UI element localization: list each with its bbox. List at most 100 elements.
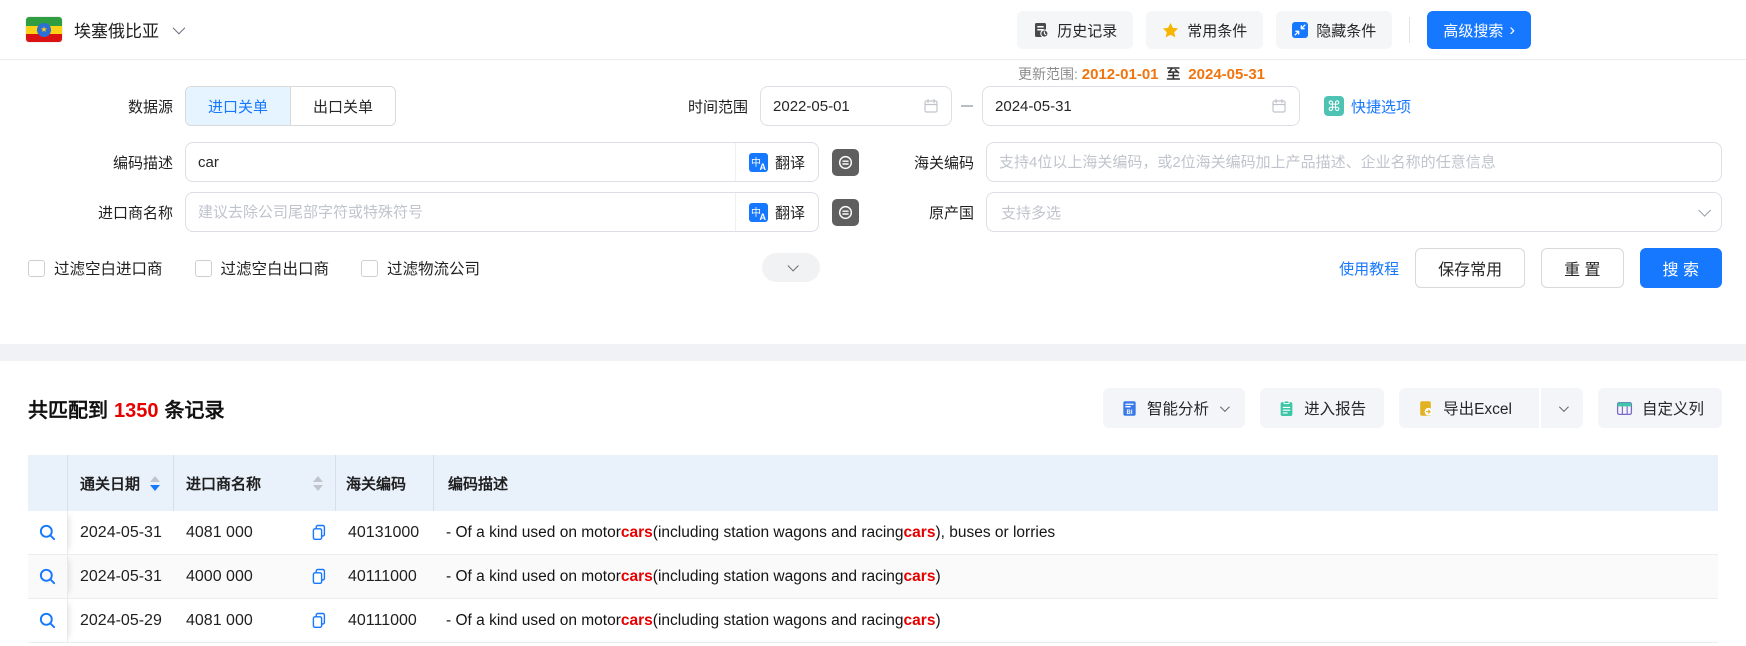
row-code: 40111000 — [336, 599, 434, 642]
row-date: 2024-05-31 — [68, 555, 174, 598]
translate-icon: 中A — [749, 153, 768, 172]
datasource-label: 数据源 — [0, 96, 185, 117]
magnifier-icon — [38, 567, 57, 586]
country-selector-label[interactable]: 埃塞俄比亚 — [74, 17, 159, 42]
history-button[interactable]: 历史记录 — [1017, 11, 1133, 49]
translate-button[interactable]: 中A 翻译 — [735, 193, 818, 231]
equal-circle-icon — [837, 154, 854, 171]
header-importer-name[interactable]: 进口商名称 — [174, 455, 336, 511]
columns-icon — [1616, 400, 1633, 417]
header-hs-code: 海关编码 — [336, 455, 434, 511]
enter-report-button[interactable]: 进入报告 — [1260, 388, 1384, 428]
header-clearance-date[interactable]: 通关日期 — [68, 455, 174, 511]
code-desc-field: 中A 翻译 — [185, 142, 819, 182]
search-form: 更新范围: 2012-01-01 至 2024-05-31 数据源 进口关单 出… — [0, 60, 1746, 344]
export-excel-main[interactable]: 导出Excel — [1399, 388, 1530, 428]
checkbox-icon — [361, 260, 378, 277]
calendar-icon — [923, 98, 939, 114]
row-description: - Of a kind used on motor cars (includin… — [434, 599, 1718, 642]
hide-conditions-button[interactable]: 隐藏条件 — [1276, 11, 1392, 49]
smart-analysis-button[interactable]: BI 智能分析 — [1103, 388, 1245, 428]
custom-columns-button[interactable]: 自定义列 — [1598, 388, 1722, 428]
origin-select[interactable]: 支持多选 — [986, 192, 1722, 232]
row-importer: 4081 000 — [186, 612, 253, 630]
export-dropdown-button[interactable] — [1539, 388, 1583, 428]
copy-icon[interactable] — [311, 524, 327, 541]
save-common-button[interactable]: 保存常用 — [1415, 248, 1525, 288]
collapse-icon — [1292, 22, 1308, 38]
results-table: 通关日期 进口商名称 海关编码 编码描述 2024-05-31 4081 000 — [28, 455, 1718, 643]
update-range-from: 2012-01-01 — [1082, 66, 1159, 83]
row-importer: 4000 000 — [186, 568, 253, 586]
checkbox-icon — [28, 260, 45, 277]
start-date-input[interactable]: 2022-05-01 — [760, 86, 952, 126]
row-code: 40111000 — [336, 555, 434, 598]
row-description: - Of a kind used on motor cars (includin… — [434, 555, 1718, 598]
table-row: 2024-05-29 4081 000 40111000 - Of a kind… — [28, 599, 1718, 643]
update-range-to: 2024-05-31 — [1188, 66, 1265, 83]
history-icon — [1033, 22, 1049, 38]
code-desc-label: 编码描述 — [0, 152, 185, 173]
svg-text:BI: BI — [1127, 409, 1133, 415]
origin-label: 原产国 — [871, 202, 986, 223]
date-range-dash — [961, 105, 973, 107]
exact-match-toggle[interactable] — [832, 199, 859, 226]
results-header: 共匹配到1350条记录 BI 智能分析 进入报告 — [0, 361, 1746, 455]
results-count: 1350 — [114, 400, 159, 422]
chevron-down-icon — [1559, 402, 1569, 412]
importer-field: 中A 翻译 — [185, 192, 819, 232]
advanced-search-button[interactable]: 高级搜索 › — [1427, 11, 1531, 49]
row-description: - Of a kind used on motor cars (includin… — [434, 511, 1718, 554]
quick-options-link[interactable]: 快捷选项 — [1351, 96, 1411, 117]
export-icon — [1417, 400, 1434, 417]
hs-code-field — [986, 142, 1722, 182]
tab-export-declarations[interactable]: 出口关单 — [290, 87, 395, 125]
chevron-down-icon[interactable] — [173, 22, 186, 35]
expand-filters-button[interactable] — [762, 253, 820, 282]
sort-control[interactable] — [313, 476, 323, 491]
top-bar: ★ 埃塞俄比亚 历史记录 常用条件 隐藏条件 — [0, 0, 1746, 60]
hs-code-label: 海关编码 — [871, 152, 986, 173]
command-icon: ⌘ — [1324, 96, 1344, 116]
row-importer: 4081 000 — [186, 524, 253, 542]
tutorial-link[interactable]: 使用教程 — [1339, 258, 1399, 279]
row-detail-button[interactable] — [28, 599, 68, 642]
copy-icon[interactable] — [311, 612, 327, 629]
star-icon — [1162, 22, 1179, 39]
update-range: 更新范围: 2012-01-01 至 2024-05-31 — [1018, 64, 1265, 84]
reset-button[interactable]: 重 置 — [1541, 248, 1623, 288]
translate-button[interactable]: 中A 翻译 — [735, 143, 818, 181]
copy-icon[interactable] — [311, 568, 327, 585]
table-header-row: 通关日期 进口商名称 海关编码 编码描述 — [28, 455, 1718, 511]
hs-code-input[interactable] — [987, 143, 1721, 181]
code-desc-input[interactable] — [186, 143, 735, 181]
filter-blank-importer-checkbox[interactable]: 过滤空白进口商 — [28, 257, 163, 279]
header-detail-col — [28, 455, 68, 511]
filter-blank-exporter-checkbox[interactable]: 过滤空白出口商 — [195, 257, 330, 279]
importer-input[interactable] — [186, 193, 735, 231]
row-detail-button[interactable] — [28, 555, 68, 598]
search-button[interactable]: 搜 索 — [1640, 248, 1722, 288]
table-row: 2024-05-31 4081 000 40131000 - Of a kind… — [28, 511, 1718, 555]
row-detail-button[interactable] — [28, 511, 68, 554]
calendar-icon — [1271, 98, 1287, 114]
filter-logistics-checkbox[interactable]: 过滤物流公司 — [361, 257, 480, 279]
bi-analysis-icon: BI — [1121, 400, 1138, 417]
favorites-button[interactable]: 常用条件 — [1146, 11, 1263, 49]
sort-control[interactable] — [150, 476, 160, 491]
section-divider — [0, 344, 1746, 361]
chevron-down-icon — [1698, 204, 1711, 217]
chevron-down-icon — [1220, 402, 1230, 412]
report-icon — [1278, 400, 1295, 417]
chevron-down-icon — [787, 260, 798, 271]
time-range-label: 时间范围 — [645, 96, 760, 117]
table-body: 2024-05-31 4081 000 40131000 - Of a kind… — [28, 511, 1718, 643]
end-date-input[interactable]: 2024-05-31 — [982, 86, 1300, 126]
divider — [1409, 17, 1410, 43]
magnifier-icon — [38, 523, 57, 542]
export-excel-button: 导出Excel — [1399, 388, 1583, 428]
importer-label: 进口商名称 — [0, 202, 185, 223]
ethiopia-flag-icon: ★ — [26, 17, 62, 42]
exact-match-toggle[interactable] — [832, 149, 859, 176]
tab-import-declarations[interactable]: 进口关单 — [186, 87, 290, 125]
